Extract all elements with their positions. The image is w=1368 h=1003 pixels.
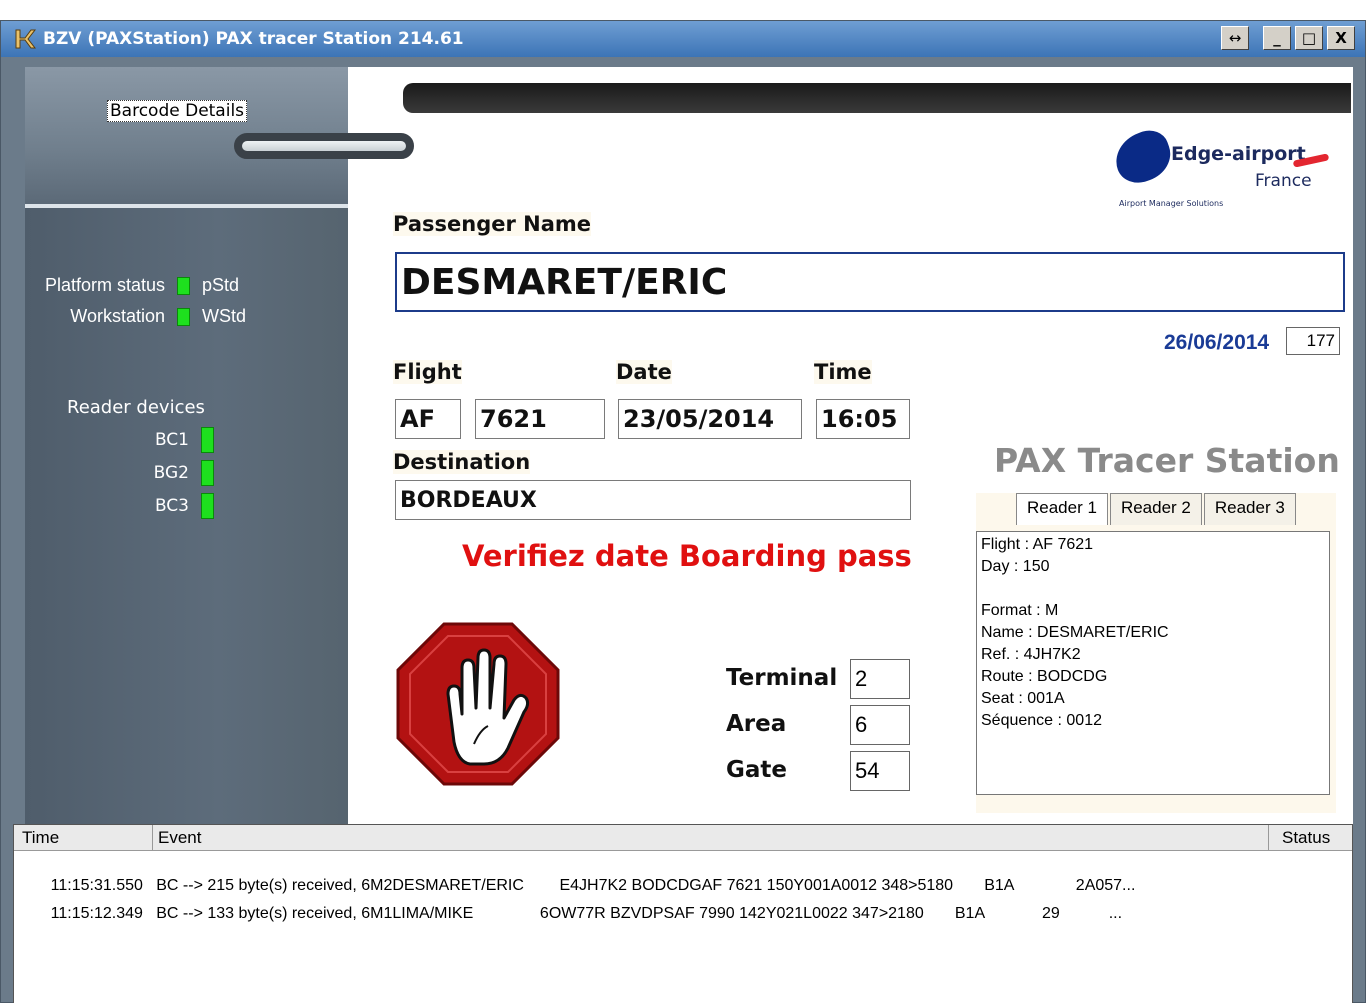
- logo-brand: Edge-airport: [1171, 143, 1306, 165]
- workstation-code: WStd: [202, 306, 247, 326]
- gate-field[interactable]: 54: [850, 751, 910, 791]
- detail-route: Route : BODCDG: [981, 668, 1108, 685]
- minimize-button[interactable]: _: [1263, 26, 1291, 50]
- reader-device-row: BG2: [145, 460, 214, 486]
- reader-device-led: [201, 460, 214, 486]
- flight-number-field[interactable]: 7621: [475, 399, 605, 439]
- flight-label: Flight: [393, 360, 462, 384]
- detail-flight: Flight : AF 7621: [981, 536, 1094, 553]
- app-icon: [13, 27, 37, 51]
- logo-mark-icon: [1108, 124, 1178, 190]
- resize-button[interactable]: ↔: [1221, 26, 1249, 50]
- stop-hand-icon: [396, 622, 560, 786]
- date-label: Date: [616, 360, 672, 384]
- logo-country: France: [1255, 171, 1312, 191]
- app-window: BZV (PAXStation) PAX tracer Station 214.…: [0, 20, 1366, 1003]
- detail-name: Name : DESMARET/ERIC: [981, 624, 1169, 641]
- logo-tagline: Airport Manager Solutions: [1119, 199, 1224, 208]
- station-title: PAX Tracer Station: [994, 441, 1340, 480]
- log-time: 11:15:12.349: [50, 905, 143, 922]
- event-log: Time Event Status 11:15:31.550 BC --> 21…: [13, 824, 1353, 1003]
- pax-counter: 177: [1286, 327, 1340, 355]
- reader-device-led: [201, 427, 214, 453]
- time-label: Time: [814, 360, 872, 384]
- reader-device-led: [201, 493, 214, 519]
- passenger-name-label: Passenger Name: [393, 212, 592, 236]
- reader-devices-title: Reader devices: [67, 397, 205, 418]
- detail-spacer: [981, 578, 1325, 600]
- log-event: BC --> 133 byte(s) received, 6M1LIMA/MIK…: [156, 905, 1123, 922]
- reader-device-row: BC3: [145, 493, 214, 519]
- passenger-panel: Edge-airport France Airport Manager Solu…: [234, 67, 1353, 827]
- workstation-label: Workstation: [70, 306, 165, 326]
- barcode-details-label[interactable]: Barcode Details: [107, 100, 248, 122]
- header-bar: [403, 83, 1351, 113]
- window-title: BZV (PAXStation) PAX tracer Station 214.…: [43, 29, 464, 49]
- reader-device-name: BG2: [153, 463, 189, 483]
- gate-label: Gate: [726, 757, 787, 783]
- detail-format: Format : M: [981, 602, 1059, 619]
- area-field[interactable]: 6: [850, 705, 910, 745]
- reader-device-name: BC1: [154, 430, 189, 450]
- log-column-time[interactable]: Time: [22, 828, 59, 848]
- flight-time-field[interactable]: 16:05: [816, 399, 910, 439]
- platform-status-led: [177, 276, 190, 295]
- warning-message: Verifiez date Boarding pass: [462, 539, 912, 573]
- log-column-status[interactable]: Status: [1282, 828, 1330, 848]
- platform-status-code: pStd: [202, 275, 240, 295]
- tab-reader-1[interactable]: Reader 1: [1016, 493, 1108, 525]
- company-logo: Edge-airport France Airport Manager Solu…: [1108, 124, 1335, 223]
- detail-ref: Ref. : 4JH7K2: [981, 646, 1081, 663]
- detail-sequence: Séquence : 0012: [981, 712, 1102, 729]
- column-divider[interactable]: [1268, 825, 1269, 851]
- close-button[interactable]: X: [1327, 26, 1355, 50]
- reader-device-name: BC3: [154, 496, 189, 516]
- tab-reader-3[interactable]: Reader 3: [1203, 493, 1296, 525]
- passenger-name-field[interactable]: DESMARET/ERIC: [395, 252, 1345, 312]
- title-bar[interactable]: BZV (PAXStation) PAX tracer Station 214.…: [1, 21, 1365, 57]
- detail-seat: Seat : 001A: [981, 690, 1065, 707]
- reader-device-row: BC1: [145, 427, 214, 453]
- terminal-field[interactable]: 2: [850, 659, 910, 699]
- sidebar-divider: [25, 204, 348, 208]
- column-divider[interactable]: [152, 825, 153, 851]
- terminal-label: Terminal: [726, 665, 838, 691]
- flight-date-field[interactable]: 23/05/2014: [618, 399, 802, 439]
- tab-reader-2[interactable]: Reader 2: [1109, 493, 1202, 525]
- workstation-status-row: Workstation WStd: [25, 306, 262, 327]
- current-date: 26/06/2014: [1164, 331, 1270, 354]
- reader-tabs: Reader 1 Reader 2 Reader 3: [986, 493, 1298, 525]
- destination-label: Destination: [393, 450, 531, 474]
- platform-status-row: Platform status pStd: [25, 275, 262, 296]
- destination-field[interactable]: BORDEAUX: [395, 480, 911, 520]
- carrier-field[interactable]: AF: [395, 399, 461, 439]
- detail-day: Day : 150: [981, 558, 1050, 575]
- platform-status-label: Platform status: [44, 275, 165, 295]
- binder-ring-decoration: [234, 133, 414, 159]
- maximize-button[interactable]: □: [1295, 26, 1323, 50]
- log-row[interactable]: 11:15:12.349 BC --> 133 byte(s) received…: [24, 887, 1122, 941]
- workstation-led: [177, 307, 190, 326]
- log-column-event[interactable]: Event: [158, 828, 201, 848]
- area-label: Area: [726, 711, 787, 737]
- status-sidebar: Barcode Details Platform status pStd Wor…: [25, 67, 348, 827]
- log-header: Time Event Status: [14, 825, 1352, 851]
- reader-details: Flight : AF 7621 Day : 150 Format : M Na…: [976, 531, 1330, 795]
- reader-panel: Reader 1 Reader 2 Reader 3 Flight : AF 7…: [976, 493, 1336, 813]
